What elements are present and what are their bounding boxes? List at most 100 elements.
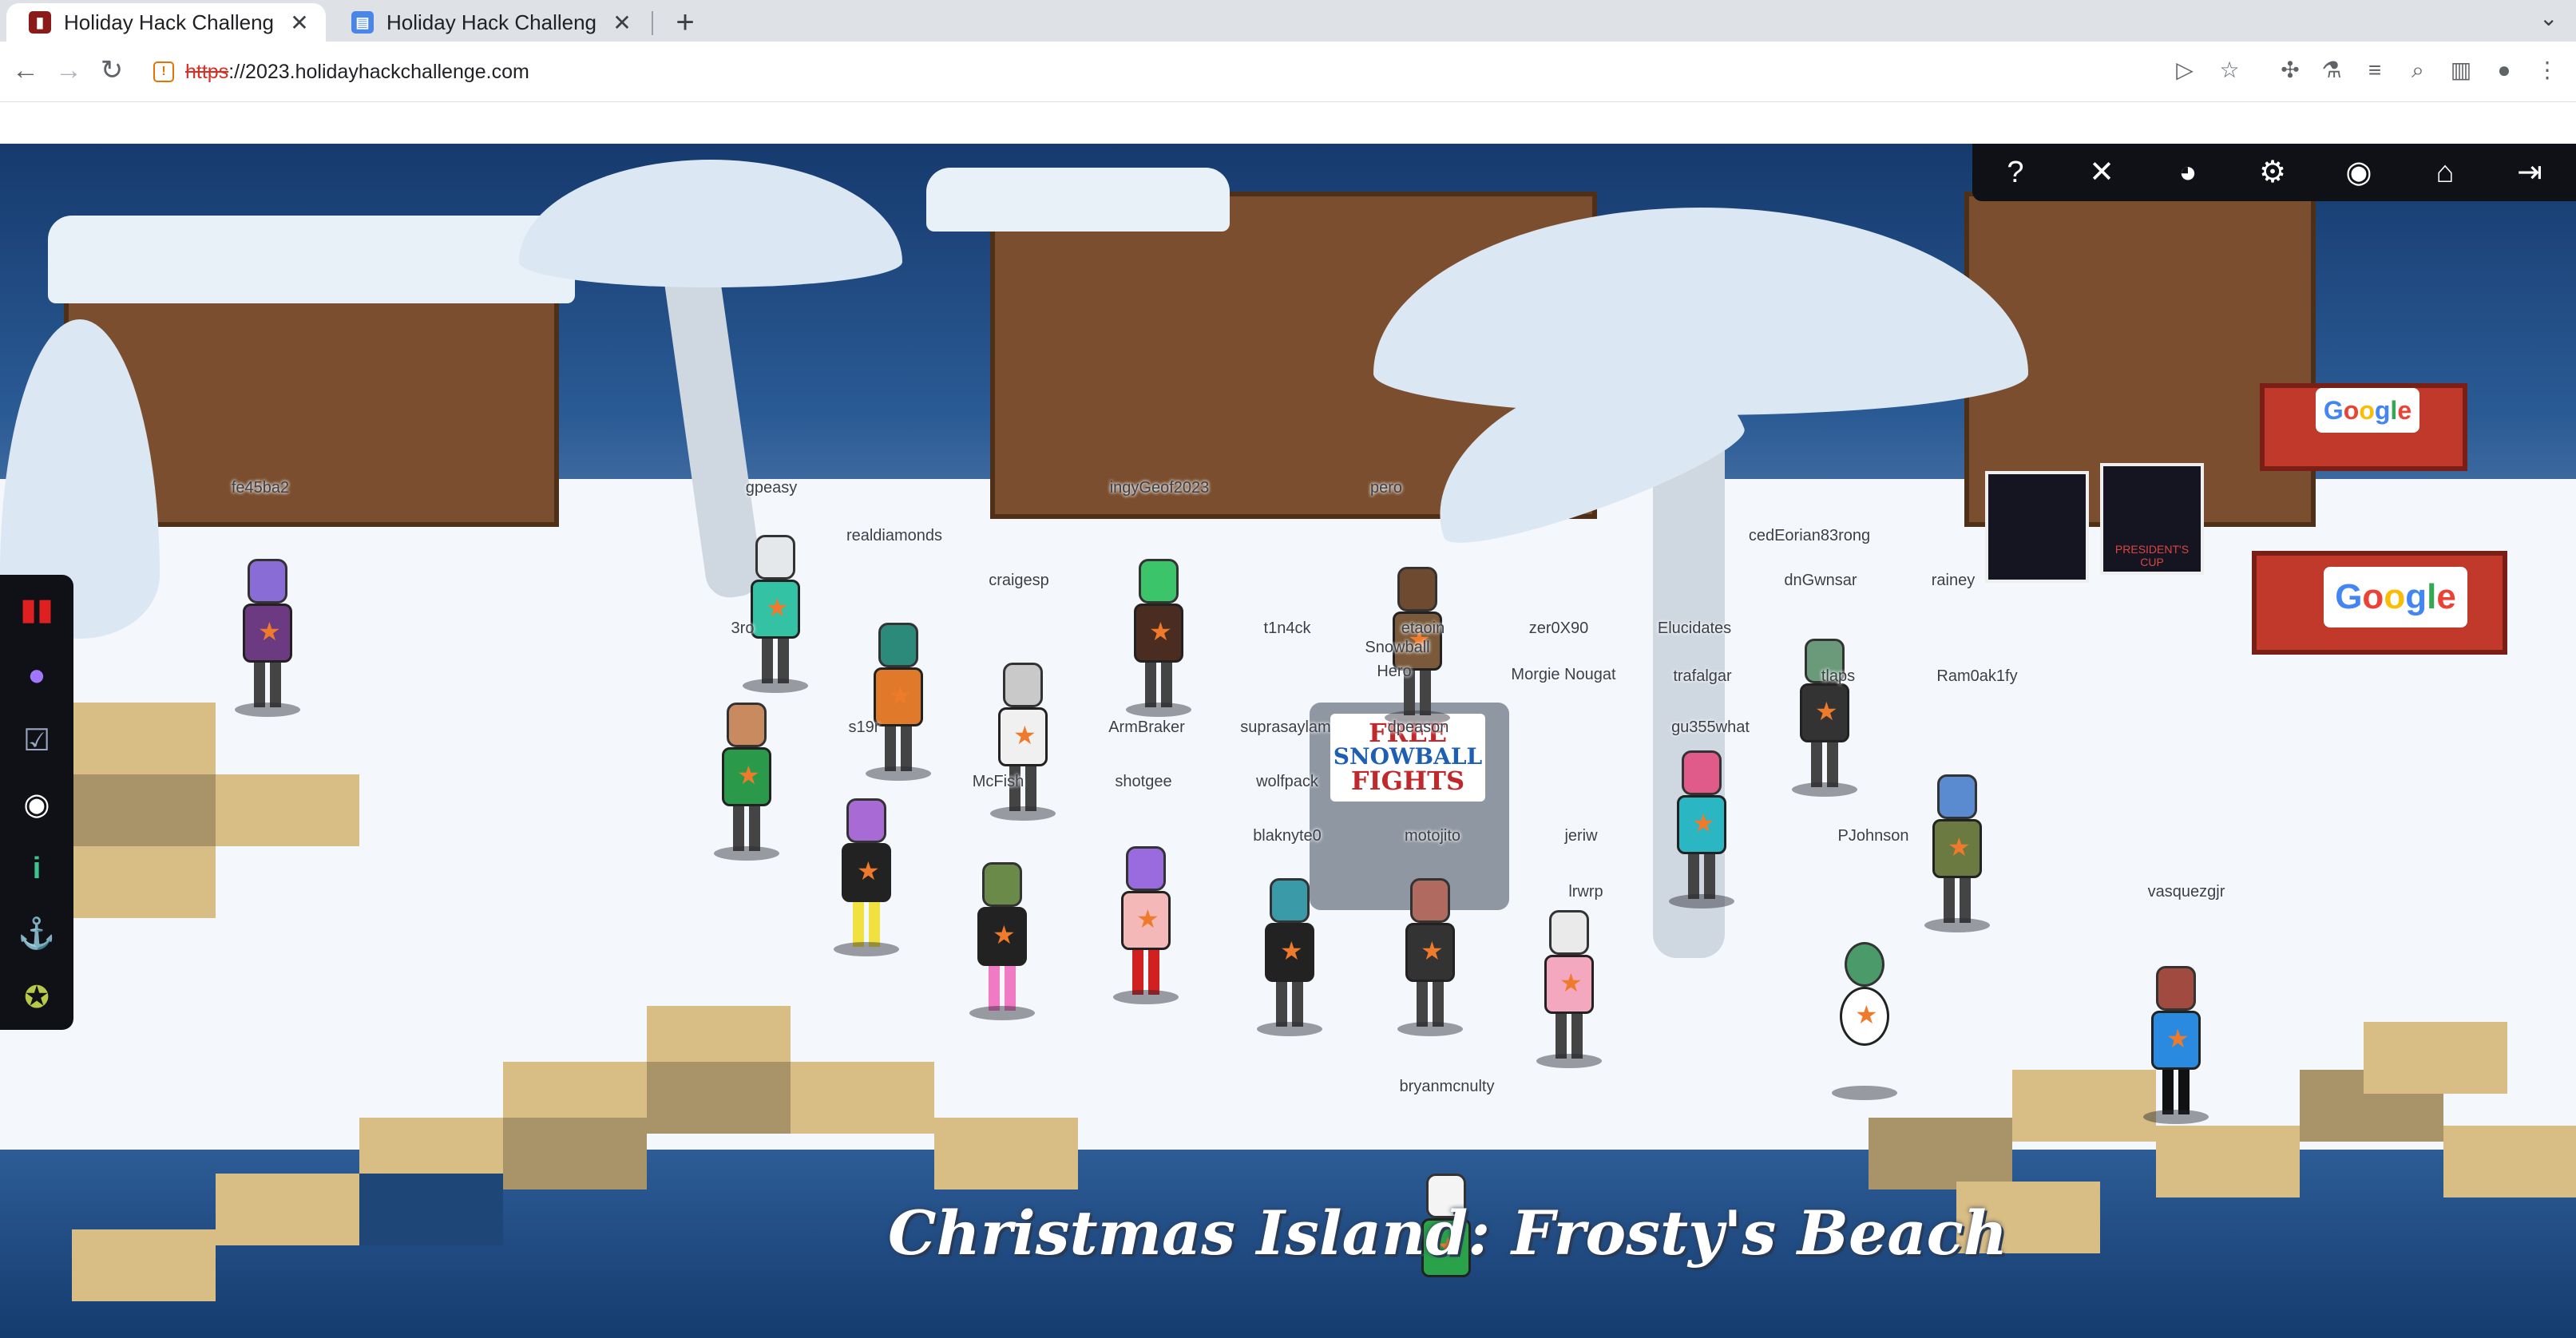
sand-tile bbox=[216, 774, 359, 846]
username-label: Ram0ak1fy bbox=[1936, 667, 2018, 685]
hhc-favicon-icon: ▮ bbox=[29, 11, 51, 34]
close-icon[interactable]: ✕ bbox=[287, 10, 311, 36]
tab-search-chevron-icon[interactable]: ⌄ bbox=[2539, 5, 2558, 31]
help-icon[interactable]: ? bbox=[1996, 153, 2035, 192]
new-tab-button[interactable]: + bbox=[668, 5, 703, 40]
logout-icon[interactable]: ⇥ bbox=[2511, 153, 2549, 192]
username-label: etaoin bbox=[1401, 620, 1445, 637]
back-arrow-icon[interactable]: ← bbox=[8, 53, 43, 88]
username-label: dnGwnsar bbox=[1784, 572, 1857, 589]
mute-icon[interactable]: ✕ bbox=[2083, 153, 2121, 192]
username-label: shotgee bbox=[1115, 773, 1172, 790]
presidents-cup-poster: PRESIDENT'S CUP bbox=[2100, 463, 2204, 575]
settings-icon[interactable]: ⚙ bbox=[2253, 153, 2292, 192]
username-label: wolfpack bbox=[1256, 773, 1318, 790]
player-avatar[interactable]: ★ bbox=[2143, 966, 2209, 1126]
sand-tile bbox=[791, 1062, 934, 1134]
username-label: blaknyte0 bbox=[1253, 827, 1322, 845]
player-avatar[interactable]: ★ bbox=[1397, 878, 1463, 1038]
browser-menu-icon[interactable]: ⋮ bbox=[2531, 54, 2563, 86]
url-host: ://2023.holidayhackchallenge.com bbox=[228, 60, 529, 83]
chat-icon[interactable]: ◉ bbox=[18, 786, 56, 824]
username-label: craigesp bbox=[989, 572, 1049, 589]
username-label: cedEorian83rong bbox=[1748, 527, 1871, 544]
home-icon[interactable]: ⌂ bbox=[2426, 153, 2464, 192]
side-panel-icon[interactable]: ▥ bbox=[2445, 54, 2477, 86]
player-avatar[interactable]: ★ bbox=[1792, 639, 1857, 798]
username-label: 3ro bbox=[731, 620, 755, 637]
extensions-puzzle-icon[interactable]: ✣ bbox=[2274, 54, 2306, 86]
username-label: trafalgar bbox=[1673, 667, 1732, 685]
zoom-icon[interactable]: ⌕ bbox=[2402, 54, 2434, 86]
address-bar[interactable]: ! https://2023.holidayhackchallenge.com bbox=[137, 53, 2182, 91]
username-label: tlaps bbox=[1821, 667, 1856, 685]
username-label: dpeason bbox=[1387, 718, 1449, 736]
discord-icon[interactable]: ◕ bbox=[2169, 153, 2207, 192]
address-url: https://2023.holidayhackchallenge.com bbox=[185, 61, 529, 84]
player-avatar[interactable]: ★ bbox=[969, 862, 1035, 1022]
player-avatar[interactable]: ★ bbox=[1113, 846, 1179, 1006]
sand-tile bbox=[216, 1174, 359, 1245]
sand-tile bbox=[647, 1062, 791, 1134]
player-avatar[interactable]: ★ bbox=[990, 663, 1056, 822]
sand-tile bbox=[2156, 1126, 2300, 1197]
info-icon[interactable]: i bbox=[18, 849, 56, 888]
sand-tile bbox=[72, 703, 216, 774]
username-label: motojito bbox=[1404, 827, 1461, 845]
sand-tile bbox=[72, 774, 216, 846]
sand-tile bbox=[2443, 1126, 2576, 1197]
username-label: fe45ba2 bbox=[231, 479, 290, 497]
player-avatar[interactable]: ★ bbox=[834, 798, 899, 958]
left-cabin-roof bbox=[48, 216, 575, 303]
player-avatar[interactable]: ★ bbox=[1257, 878, 1322, 1038]
not-secure-icon[interactable]: ! bbox=[153, 61, 174, 82]
map-pin-icon[interactable]: ● bbox=[18, 656, 56, 695]
badge-icon[interactable]: ▮▮ bbox=[18, 591, 56, 629]
player-avatar[interactable]: ★ bbox=[1924, 774, 1990, 934]
sand-tile bbox=[1869, 1118, 2012, 1190]
profile-avatar-icon[interactable]: ● bbox=[2488, 54, 2520, 86]
username-label: gu355what bbox=[1671, 718, 1750, 736]
center-cabin-roof bbox=[926, 168, 1230, 232]
username-label: ArmBraker bbox=[1108, 718, 1185, 736]
forward-arrow-icon[interactable]: → bbox=[51, 53, 86, 88]
water-tile bbox=[359, 1174, 503, 1245]
player-avatar[interactable]: ★ bbox=[1126, 559, 1191, 718]
player-avatar[interactable]: ★ bbox=[714, 703, 779, 862]
tab-holiday-hack-1[interactable]: ▮ Holiday Hack Challenge 2 ✕ bbox=[6, 3, 326, 42]
tab-strip: ▮ Holiday Hack Challenge 2 ✕ ▤ Holiday H… bbox=[0, 0, 2576, 42]
username-label: Elucidates bbox=[1657, 620, 1732, 637]
location-title: Christmas Island: Frosty's Beach bbox=[888, 1197, 2008, 1269]
game-sidebar: ▮▮ ● ☑ ◉ i ⚓ ✪ bbox=[0, 575, 73, 1030]
username-label: realdiamonds bbox=[846, 527, 943, 544]
sign-line-2: SNOWBALL bbox=[1333, 743, 1483, 770]
player-avatar[interactable]: ★ bbox=[1536, 910, 1602, 1070]
achievements-icon[interactable]: ✪ bbox=[18, 979, 56, 1017]
snowman-avatar[interactable]: ★ bbox=[1832, 942, 1897, 1102]
tab-holiday-hack-2[interactable]: ▤ Holiday Hack Challenge ✕ bbox=[329, 3, 648, 42]
labs-flask-icon[interactable]: ⚗ bbox=[2316, 54, 2348, 86]
username-label: Hero bbox=[1377, 663, 1412, 680]
sand-tile bbox=[2012, 1070, 2156, 1142]
username-label: Snowball bbox=[1365, 639, 1430, 656]
reload-icon[interactable]: ↻ bbox=[94, 53, 129, 88]
game-viewport[interactable]: Google Google PRESIDENT'S CUP FREE SNOWB… bbox=[0, 144, 2576, 1338]
objectives-icon[interactable]: ☑ bbox=[18, 722, 56, 760]
player-avatar[interactable]: ★ bbox=[866, 623, 931, 782]
anchor-icon[interactable]: ⚓ bbox=[18, 915, 56, 953]
profile-icon[interactable]: ◉ bbox=[2340, 153, 2378, 192]
username-label: ingyGeof2023 bbox=[1109, 479, 1210, 497]
close-icon[interactable]: ✕ bbox=[610, 10, 634, 36]
reading-list-icon[interactable]: ≡ bbox=[2359, 54, 2391, 86]
bookmark-star-icon[interactable]: ☆ bbox=[2213, 54, 2245, 86]
player-avatar[interactable]: ★ bbox=[1669, 750, 1734, 910]
username-label: suprasaylam bbox=[1240, 718, 1331, 736]
send-icon[interactable]: ▷ bbox=[2169, 54, 2201, 86]
player-avatar[interactable]: ★ bbox=[743, 535, 808, 695]
player-avatar[interactable]: ★ bbox=[235, 559, 300, 718]
username-label: jeriw bbox=[1564, 827, 1598, 845]
username-label: rainey bbox=[1931, 572, 1976, 589]
username-label: McFish bbox=[972, 773, 1024, 790]
tab-divider bbox=[652, 11, 653, 35]
username-label: vasquezgjr bbox=[2147, 883, 2225, 901]
